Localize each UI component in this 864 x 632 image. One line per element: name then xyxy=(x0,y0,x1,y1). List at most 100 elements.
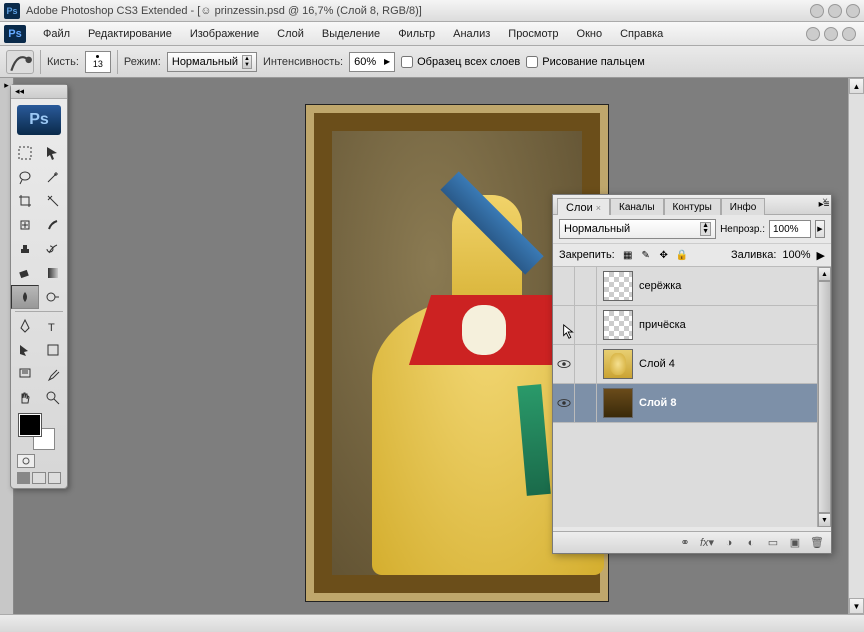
layer-name[interactable]: серёжка xyxy=(639,280,681,292)
layer-fx-icon[interactable]: fx▾ xyxy=(699,535,715,551)
options-bar: Кисть: 13 Режим: Нормальный ▲▼ Интенсивн… xyxy=(0,46,864,78)
tab-paths[interactable]: Контуры xyxy=(664,198,721,215)
menu-window[interactable]: Окно xyxy=(568,25,612,43)
layer-group-icon[interactable]: ▭ xyxy=(765,535,781,551)
notes-tool[interactable] xyxy=(11,362,39,386)
lock-position-icon[interactable]: ✥ xyxy=(657,248,671,262)
quick-mask-toggle[interactable] xyxy=(17,454,35,468)
vertical-scrollbar[interactable]: ▲▼ xyxy=(848,78,864,614)
brush-preset-picker[interactable]: 13 xyxy=(85,51,111,73)
mouse-cursor-icon xyxy=(562,324,576,338)
delete-layer-icon[interactable]: 🗑 xyxy=(809,535,825,551)
zoom-tool[interactable] xyxy=(39,386,67,410)
opacity-label: Непрозр.: xyxy=(720,224,765,235)
layer-name[interactable]: Слой 8 xyxy=(639,397,676,409)
panel-close-icon[interactable]: × xyxy=(822,196,828,207)
ps-logo-icon[interactable]: Ps xyxy=(4,25,26,43)
tab-layers[interactable]: Слои× xyxy=(557,198,610,215)
layer-row[interactable]: серёжка xyxy=(553,267,831,306)
pen-tool[interactable] xyxy=(11,314,39,338)
layers-list: серёжка причёска Слой 4 Слой 8 ▲▼ xyxy=(553,267,831,527)
menu-view[interactable]: Просмотр xyxy=(499,25,567,43)
layer-row[interactable]: причёска xyxy=(553,306,831,345)
visibility-toggle[interactable] xyxy=(553,345,575,383)
strength-label: Интенсивность: xyxy=(263,56,343,68)
lock-pixels-icon[interactable]: ✎ xyxy=(639,248,653,262)
lock-all-icon[interactable]: 🔒 xyxy=(675,248,689,262)
tab-channels[interactable]: Каналы xyxy=(610,198,664,215)
layer-thumbnail[interactable] xyxy=(603,349,633,379)
link-layers-icon[interactable]: ⚭ xyxy=(677,535,693,551)
path-select-tool[interactable] xyxy=(11,338,39,362)
app-title: Adobe Photoshop CS3 Extended - [☺ prinze… xyxy=(26,5,422,17)
smudge-tool[interactable] xyxy=(11,285,39,309)
layer-thumbnail[interactable] xyxy=(603,271,633,301)
tools-palette: ◂◂ Ps T xyxy=(10,84,68,489)
fill-slider-icon[interactable]: ▶ xyxy=(817,249,825,262)
move-tool[interactable] xyxy=(39,141,67,165)
palette-grip[interactable]: ◂◂ xyxy=(11,85,67,99)
heal-tool[interactable] xyxy=(11,213,39,237)
lasso-tool[interactable] xyxy=(11,165,39,189)
window-controls-os[interactable] xyxy=(810,4,860,18)
ps-logo-large: Ps xyxy=(17,105,61,135)
layer-thumbnail[interactable] xyxy=(603,310,633,340)
blend-mode-dropdown[interactable]: Нормальный▲▼ xyxy=(559,219,716,239)
panel-scrollbar[interactable]: ▲▼ xyxy=(817,267,831,527)
opacity-field[interactable]: 100% xyxy=(769,220,811,238)
visibility-toggle[interactable] xyxy=(553,267,575,305)
brush-label: Кисть: xyxy=(47,56,79,68)
layer-row[interactable]: Слой 8 xyxy=(553,384,831,423)
mode-dropdown[interactable]: Нормальный ▲▼ xyxy=(167,52,257,72)
lock-transparency-icon[interactable]: ▦ xyxy=(621,248,635,262)
menu-bar: Ps Файл Редактирование Изображение Слой … xyxy=(0,22,864,46)
opacity-slider-icon[interactable]: ▶ xyxy=(815,220,825,238)
window-controls-doc[interactable] xyxy=(806,27,856,41)
crop-tool[interactable] xyxy=(11,189,39,213)
mode-label: Режим: xyxy=(124,56,161,68)
new-layer-icon[interactable]: ▣ xyxy=(787,535,803,551)
visibility-toggle[interactable] xyxy=(553,384,575,422)
hand-tool[interactable] xyxy=(11,386,39,410)
title-bar: Ps Adobe Photoshop CS3 Extended - [☺ pri… xyxy=(0,0,864,22)
menu-layer[interactable]: Слой xyxy=(268,25,313,43)
fill-field[interactable]: 100% xyxy=(782,249,810,261)
menu-edit[interactable]: Редактирование xyxy=(79,25,181,43)
menu-analysis[interactable]: Анализ xyxy=(444,25,499,43)
gradient-tool[interactable] xyxy=(39,261,67,285)
active-tool-icon[interactable] xyxy=(6,50,34,74)
screen-mode-switcher[interactable] xyxy=(17,472,61,484)
layer-name[interactable]: причёска xyxy=(639,319,686,331)
menu-filter[interactable]: Фильтр xyxy=(389,25,444,43)
menu-help[interactable]: Справка xyxy=(611,25,672,43)
svg-text:T: T xyxy=(48,322,55,334)
stamp-tool[interactable] xyxy=(11,237,39,261)
layer-row[interactable]: Слой 4 xyxy=(553,345,831,384)
marquee-tool[interactable] xyxy=(11,141,39,165)
lock-label: Закрепить: xyxy=(559,249,615,261)
layer-name[interactable]: Слой 4 xyxy=(639,358,675,370)
wand-tool[interactable] xyxy=(39,165,67,189)
eraser-tool[interactable] xyxy=(11,261,39,285)
dodge-tool[interactable] xyxy=(39,285,67,309)
menu-image[interactable]: Изображение xyxy=(181,25,268,43)
adjustment-layer-icon[interactable]: ◐ xyxy=(743,535,759,551)
status-bar xyxy=(0,614,864,632)
layer-mask-icon[interactable]: ◑ xyxy=(721,535,737,551)
menu-file[interactable]: Файл xyxy=(34,25,79,43)
color-swatches[interactable] xyxy=(11,410,67,450)
shape-tool[interactable] xyxy=(39,338,67,362)
sample-all-checkbox[interactable]: Образец всех слоев xyxy=(401,56,520,68)
slice-tool[interactable] xyxy=(39,189,67,213)
brush-tool[interactable] xyxy=(39,213,67,237)
eyedropper-tool[interactable] xyxy=(39,362,67,386)
finger-paint-checkbox[interactable]: Рисование пальцем xyxy=(526,56,645,68)
foreground-color[interactable] xyxy=(19,414,41,436)
menu-select[interactable]: Выделение xyxy=(313,25,389,43)
strength-field[interactable]: 60%▶ xyxy=(349,52,395,72)
layer-thumbnail[interactable] xyxy=(603,388,633,418)
history-brush-tool[interactable] xyxy=(39,237,67,261)
type-tool[interactable]: T xyxy=(39,314,67,338)
tab-info[interactable]: Инфо xyxy=(721,198,766,215)
layers-panel: × Слои× Каналы Контуры Инфо ▸≡ Нормальны… xyxy=(552,194,832,554)
